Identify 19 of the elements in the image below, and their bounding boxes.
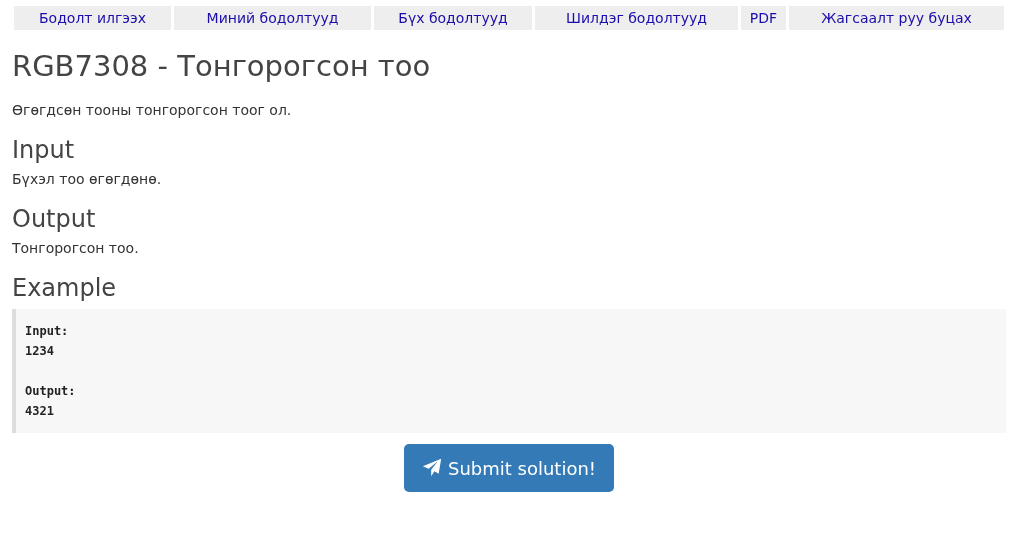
section-heading: Input [12, 135, 76, 165]
section-text: Тонгорогсон тоо. [12, 239, 140, 258]
nav-link[interactable]: Бүх бодолтууд [374, 6, 532, 30]
send-icon [421, 458, 442, 478]
section-heading: Example [12, 273, 118, 303]
nav-link[interactable]: PDF [741, 6, 786, 30]
nav-link[interactable]: Миний бодолтууд [174, 6, 371, 30]
page-title: RGB7308 - Тонгорогсон тоо [12, 48, 432, 84]
submit-button[interactable]: Submit solution! [403, 444, 615, 492]
problem-statement: Өгөгдсөн тооны тонгорогсон тоог ол. [12, 101, 293, 120]
example-label: Output: [25, 383, 77, 400]
section-heading: Output [12, 204, 97, 234]
example-value: 1234 [25, 343, 55, 360]
nav-link[interactable]: Жагсаалт руу буцах [789, 6, 1004, 30]
example-value: 4321 [25, 403, 55, 420]
section-text: Бүхэл тоо өгөгдөнө. [12, 170, 163, 189]
nav-link[interactable]: Шилдэг бодолтууд [535, 6, 738, 30]
example-label: Input: [25, 323, 70, 340]
nav-link[interactable]: Бодолт илгээх [14, 6, 171, 30]
